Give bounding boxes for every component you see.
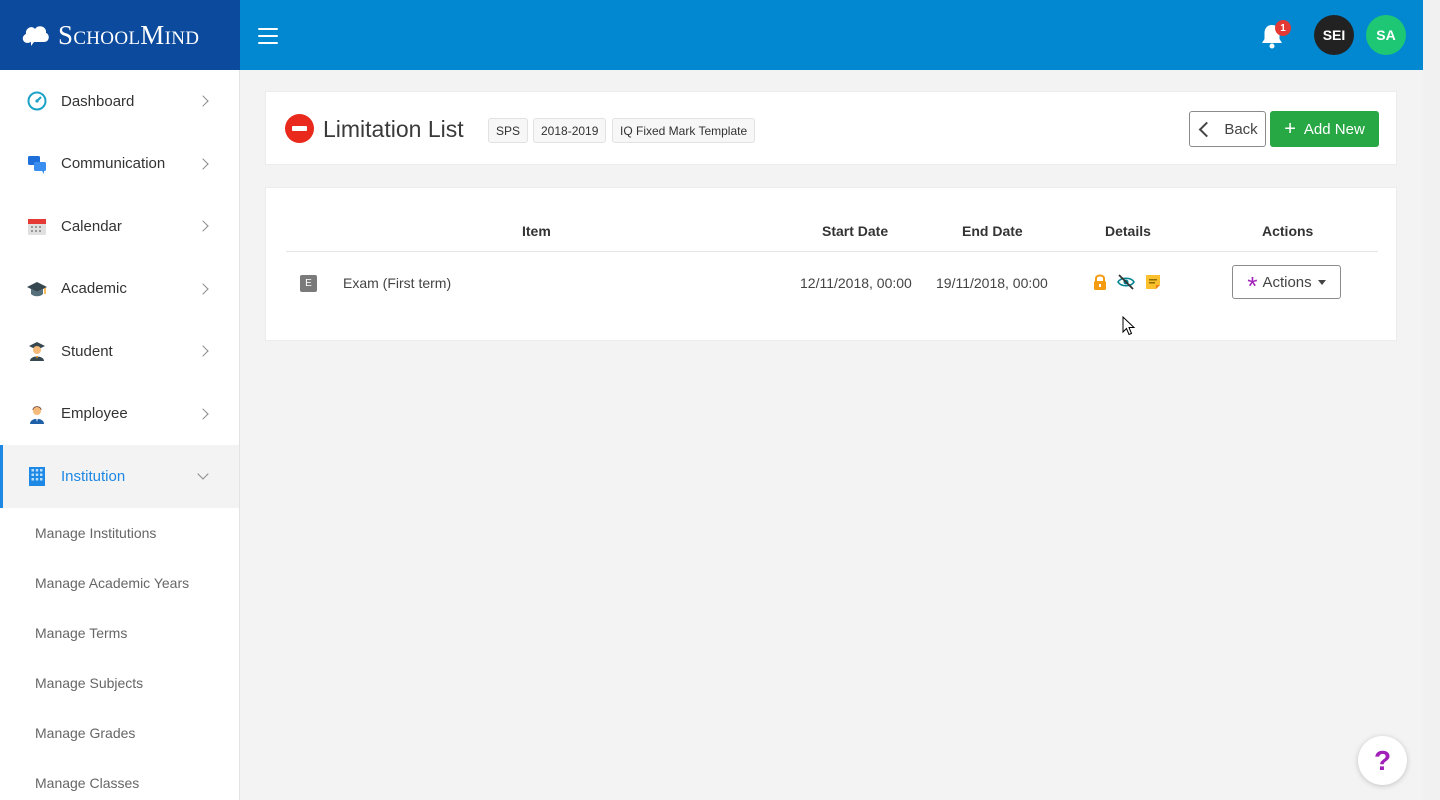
cell-item: Exam (First term) — [343, 275, 452, 291]
cell-end-date: 19/11/2018, 00:00 — [936, 275, 1048, 291]
chevron-down-icon — [197, 468, 209, 480]
cell-start-date: 12/11/2018, 00:00 — [800, 275, 912, 291]
chevron-right-icon — [197, 95, 209, 107]
sidebar-item-label: Communication — [61, 155, 166, 173]
minus-circle-icon — [285, 114, 314, 143]
lock-icon[interactable] — [1091, 273, 1109, 291]
page-title: Limitation List — [323, 116, 464, 142]
sidebar-subitem-manage-subjects[interactable]: Manage Subjects — [0, 658, 239, 708]
tag-institution: SPS — [488, 118, 529, 143]
notification-count-badge: 1 — [1275, 20, 1291, 36]
user-avatar-sa[interactable]: SA — [1366, 15, 1406, 55]
asterisk-icon: * — [1247, 271, 1258, 301]
sidebar-item-calendar[interactable]: Calendar — [0, 195, 239, 258]
chevron-right-icon — [197, 408, 209, 420]
sidebar-subitem-manage-classes[interactable]: Manage Classes — [0, 758, 239, 800]
column-header-item: Item — [522, 223, 551, 239]
table-header-divider — [286, 251, 1378, 252]
caret-down-icon — [1317, 279, 1326, 285]
sidebar-item-label: Institution — [61, 467, 126, 485]
sidebar-subitem-manage-terms[interactable]: Manage Terms — [0, 608, 239, 658]
column-header-actions: Actions — [1262, 223, 1314, 239]
cloud-logo-icon — [22, 26, 49, 46]
sidebar: Dashboard Communication Calendar Academi… — [0, 70, 240, 800]
menu-toggle-icon[interactable] — [258, 28, 278, 44]
eye-off-icon[interactable] — [1117, 273, 1135, 291]
sidebar-subitem-manage-institutions[interactable]: Manage Institutions — [0, 508, 239, 558]
sidebar-item-label: Academic — [61, 280, 127, 298]
page-header-card: Limitation List SPS 2018-2019 IQ Fixed M… — [265, 91, 1397, 165]
actions-dropdown-label: Actions — [1262, 273, 1312, 291]
mouse-cursor-icon — [1122, 316, 1136, 336]
back-button[interactable]: Back — [1189, 111, 1266, 147]
sidebar-item-label: Calendar — [61, 217, 122, 235]
item-type-badge: E — [300, 275, 317, 292]
sidebar-item-label: Employee — [61, 405, 128, 423]
add-new-button-label: Add New — [1303, 120, 1365, 138]
sidebar-item-label: Student — [61, 342, 113, 360]
chevron-left-icon — [1199, 121, 1215, 137]
calendar-icon — [28, 219, 46, 236]
column-header-start-date: Start Date — [822, 223, 889, 239]
sidebar-item-academic[interactable]: Academic — [0, 258, 239, 321]
row-actions-dropdown[interactable]: * Actions — [1232, 265, 1341, 299]
sidebar-item-dashboard[interactable]: Dashboard — [0, 70, 239, 133]
employee-icon — [30, 406, 44, 424]
building-icon — [29, 467, 45, 487]
sidebar-item-label: Dashboard — [61, 92, 135, 110]
note-icon[interactable] — [1144, 273, 1162, 291]
chevron-right-icon — [197, 220, 209, 232]
help-button[interactable]: ? — [1358, 736, 1407, 785]
plus-icon: + — [1284, 118, 1296, 140]
user-avatar-sei[interactable]: SEI — [1314, 15, 1354, 55]
tag-academic-year: 2018-2019 — [533, 118, 607, 143]
chat-bubbles-icon — [28, 155, 46, 174]
column-header-end-date: End Date — [962, 223, 1023, 239]
page-scrollbar[interactable] — [1423, 0, 1440, 800]
brand-logo[interactable]: SchoolMind — [0, 0, 240, 70]
sidebar-subitem-manage-grades[interactable]: Manage Grades — [0, 708, 239, 758]
add-new-button[interactable]: + Add New — [1270, 111, 1379, 147]
student-icon — [29, 342, 45, 362]
brand-name: SchoolMind — [58, 19, 200, 50]
graduation-cap-icon — [27, 281, 47, 296]
chevron-right-icon — [197, 345, 209, 357]
sidebar-item-employee[interactable]: Employee — [0, 383, 239, 446]
chevron-right-icon — [197, 283, 209, 295]
sidebar-item-student[interactable]: Student — [0, 320, 239, 383]
chevron-right-icon — [197, 158, 209, 170]
column-header-details: Details — [1105, 223, 1151, 239]
limitation-table: Item Start Date End Date Details Actions… — [265, 187, 1397, 341]
back-button-label: Back — [1224, 120, 1258, 138]
tag-template: IQ Fixed Mark Template — [612, 118, 756, 143]
sidebar-item-communication[interactable]: Communication — [0, 133, 239, 196]
sidebar-subitem-manage-academic-years[interactable]: Manage Academic Years — [0, 558, 239, 608]
dashboard-gauge-icon — [27, 91, 47, 111]
sidebar-item-institution[interactable]: Institution — [0, 445, 239, 508]
